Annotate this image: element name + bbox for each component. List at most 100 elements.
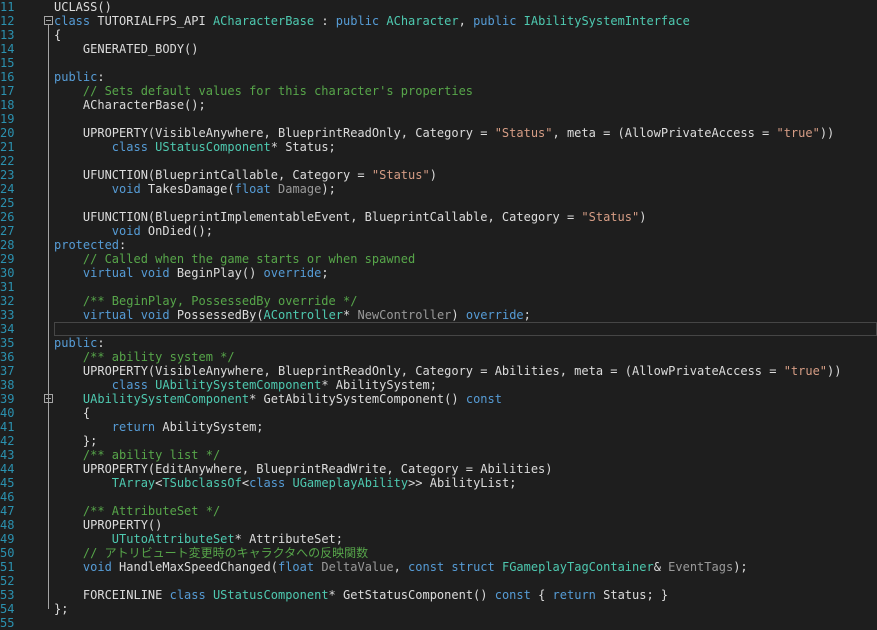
code-text: { bbox=[54, 28, 61, 42]
code-line[interactable]: 38 class UAbilitySystemComponent* Abilit… bbox=[0, 378, 877, 392]
code-line[interactable]: 55 bbox=[0, 616, 877, 630]
code-line[interactable]: 12 class TUTORIALFPS_API ACharacterBase :… bbox=[0, 14, 877, 28]
line-number: 14 bbox=[0, 42, 15, 56]
code-token: class bbox=[249, 476, 293, 490]
code-token: public bbox=[335, 14, 387, 28]
code-token: * bbox=[343, 308, 358, 322]
code-line[interactable]: 34 bbox=[0, 322, 877, 336]
code-token: void bbox=[54, 560, 120, 574]
code-line[interactable]: 49 UTutoAttributeSet* AttributeSet; bbox=[0, 532, 877, 546]
code-editor[interactable]: 11 UCLASS() 12 class TUTORIALFPS_API AChara… bbox=[0, 0, 877, 630]
code-line[interactable]: 36 /** ability system */ bbox=[0, 350, 877, 364]
code-token: () bbox=[241, 266, 264, 280]
code-text: UPROPERTY(EditAnywhere, BlueprintReadWri… bbox=[54, 462, 553, 476]
code-token: FGameplayTagContainer bbox=[501, 560, 654, 574]
code-text: return AbilitySystem; bbox=[54, 420, 264, 434]
code-token: (BlueprintImplementableEvent, BlueprintC… bbox=[147, 210, 582, 224]
code-token: UFUNCTION bbox=[54, 210, 148, 224]
code-line[interactable]: 14 GENERATED_BODY() bbox=[0, 42, 877, 56]
code-token: ) bbox=[429, 168, 437, 182]
code-line[interactable]: 35 public: bbox=[0, 336, 877, 350]
code-line[interactable]: 44 UPROPERTY(EditAnywhere, BlueprintRead… bbox=[0, 462, 877, 476]
code-line[interactable]: 19 bbox=[0, 112, 877, 126]
code-token: TakesDamage bbox=[147, 182, 228, 196]
code-line[interactable]: 45 TArray<TSubclassOf<class UGameplayAbi… bbox=[0, 476, 877, 490]
code-token: return bbox=[552, 588, 604, 602]
code-line[interactable]: 50 // アトリビュート変更時のキャラクタへの反映関数 bbox=[0, 546, 877, 560]
line-number: 28 bbox=[0, 238, 15, 252]
line-number: 45 bbox=[0, 476, 15, 490]
code-token: ( bbox=[270, 560, 278, 574]
code-token: class bbox=[54, 14, 98, 28]
code-line[interactable]: 31 bbox=[0, 280, 877, 294]
code-line[interactable]: 54}; bbox=[0, 602, 877, 616]
code-line[interactable]: 33 virtual void PossessedBy(AController*… bbox=[0, 308, 877, 322]
code-line[interactable]: 23 UFUNCTION(BlueprintCallable, Category… bbox=[0, 168, 877, 182]
code-token: UFUNCTION bbox=[54, 168, 148, 182]
code-line[interactable]: 47 /** AttributeSet */ bbox=[0, 504, 877, 518]
code-line[interactable]: 17 // Sets default values for this chara… bbox=[0, 84, 877, 98]
code-line[interactable]: 48 UPROPERTY() bbox=[0, 518, 877, 532]
line-number: 37 bbox=[0, 364, 15, 378]
code-text: UFUNCTION(BlueprintImplementableEvent, B… bbox=[54, 210, 647, 224]
code-token: UGameplayAbility bbox=[292, 476, 409, 490]
code-line[interactable]: 15 bbox=[0, 56, 877, 70]
code-line[interactable]: 11 UCLASS() bbox=[0, 0, 877, 14]
line-number: 22 bbox=[0, 154, 15, 168]
code-token: , meta = (AllowPrivateAccess = bbox=[552, 126, 777, 140]
code-token: const bbox=[408, 560, 452, 574]
line-number: 30 bbox=[0, 266, 15, 280]
code-line[interactable]: 52 bbox=[0, 574, 877, 588]
code-line[interactable]: 25 bbox=[0, 196, 877, 210]
code-line[interactable]: 29 // Called when the game starts or whe… bbox=[0, 252, 877, 266]
line-number: 33 bbox=[0, 308, 15, 322]
code-line[interactable]: 18 ACharacterBase(); bbox=[0, 98, 877, 112]
code-text: /** BeginPlay, PossessedBy override */ bbox=[54, 294, 358, 308]
code-line[interactable]: 26 UFUNCTION(BlueprintImplementableEvent… bbox=[0, 210, 877, 224]
code-token: const bbox=[465, 392, 502, 406]
code-text: void OnDied(); bbox=[54, 224, 213, 238]
code-token: UStatusComponent bbox=[212, 588, 329, 602]
code-text: ACharacterBase(); bbox=[54, 98, 206, 112]
code-text: // Called when the game starts or when s… bbox=[54, 252, 415, 266]
line-number: 42 bbox=[0, 434, 15, 448]
code-line[interactable]: 40 { bbox=[0, 406, 877, 420]
code-line[interactable]: 27 void OnDied(); bbox=[0, 224, 877, 238]
code-line[interactable]: 28 protected: bbox=[0, 238, 877, 252]
code-line[interactable]: 32 /** BeginPlay, PossessedBy override *… bbox=[0, 294, 877, 308]
code-token: public bbox=[473, 14, 524, 28]
code-token: >> AbilityList; bbox=[408, 476, 517, 490]
code-line[interactable]: 21 class UStatusComponent* Status; bbox=[0, 140, 877, 154]
code-line[interactable]: 53 FORCEINLINE class UStatusComponent* G… bbox=[0, 588, 877, 602]
line-number: 16 bbox=[0, 70, 15, 84]
code-token: "true" bbox=[783, 364, 828, 378]
code-text: FORCEINLINE class UStatusComponent* GetS… bbox=[54, 588, 668, 602]
code-line[interactable]: 22 bbox=[0, 154, 877, 168]
code-token: DeltaValue bbox=[321, 560, 394, 574]
code-line[interactable]: 24 void TakesDamage(float Damage); bbox=[0, 182, 877, 196]
code-token: "Status" bbox=[371, 168, 430, 182]
code-line[interactable]: 37 UPROPERTY(VisibleAnywhere, BlueprintR… bbox=[0, 364, 877, 378]
code-line[interactable]: 16 public: bbox=[0, 70, 877, 84]
code-line[interactable]: 41 return AbilitySystem; bbox=[0, 420, 877, 434]
code-token: , bbox=[393, 560, 409, 574]
code-line[interactable]: 46 bbox=[0, 490, 877, 504]
line-number: 12 bbox=[0, 14, 15, 28]
code-token: : bbox=[314, 14, 336, 28]
code-token: "Status" bbox=[581, 210, 640, 224]
code-text: virtual void PossessedBy(AController* Ne… bbox=[54, 308, 531, 322]
line-number: 44 bbox=[0, 462, 15, 476]
line-number: 23 bbox=[0, 168, 15, 182]
code-line[interactable]: 43 /** ability list */ bbox=[0, 448, 877, 462]
code-line[interactable]: 51 void HandleMaxSpeedChanged(float Delt… bbox=[0, 560, 877, 574]
code-token: override bbox=[465, 308, 524, 322]
code-line[interactable]: 39 UAbilitySystemComponent* GetAbilitySy… bbox=[0, 392, 877, 406]
code-line[interactable]: 13 { bbox=[0, 28, 877, 42]
code-line[interactable]: 30 virtual void BeginPlay() override; bbox=[0, 266, 877, 280]
code-line[interactable]: 20 UPROPERTY(VisibleAnywhere, BlueprintR… bbox=[0, 126, 877, 140]
code-line[interactable]: 42 }; bbox=[0, 434, 877, 448]
line-number: 27 bbox=[0, 224, 15, 238]
line-number: 49 bbox=[0, 532, 15, 546]
code-token: : bbox=[97, 336, 105, 350]
line-number: 35 bbox=[0, 336, 15, 350]
